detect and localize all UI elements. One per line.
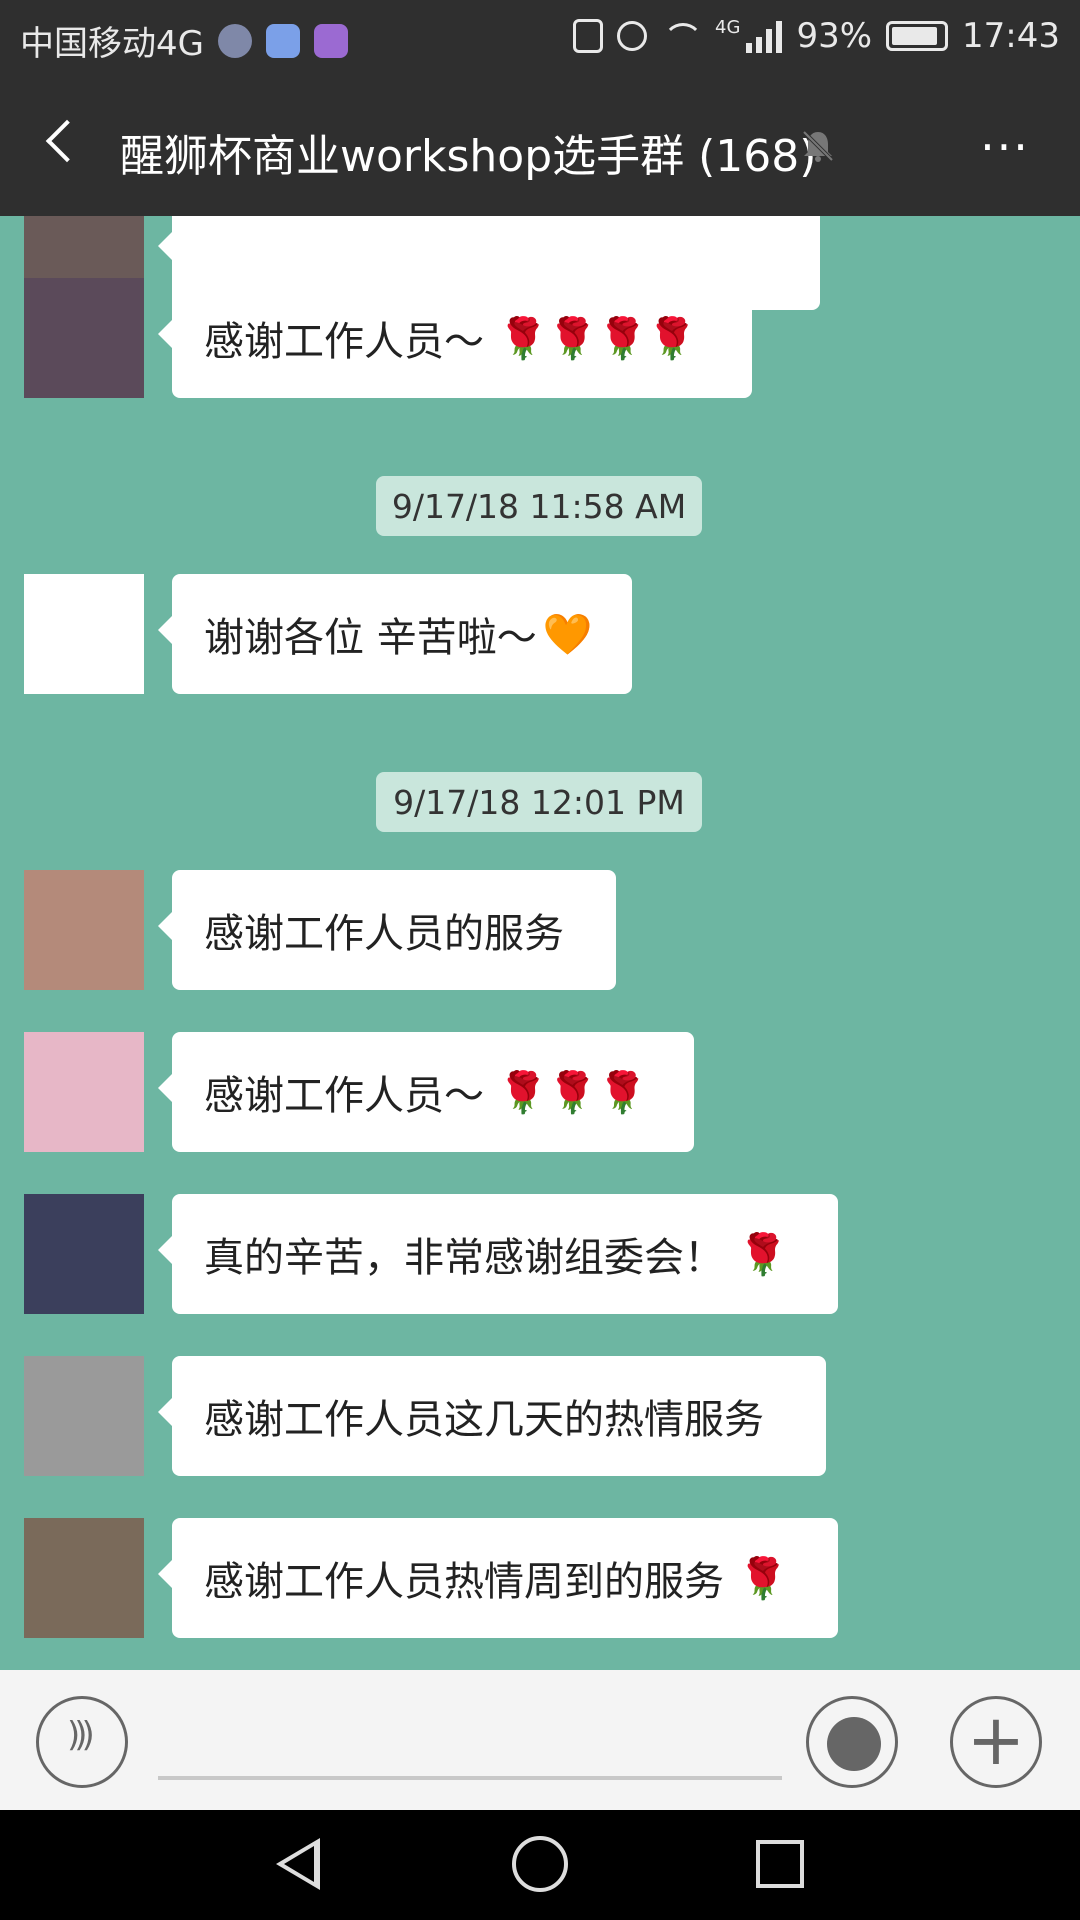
- input-bar: +: [0, 1670, 1080, 1810]
- message-bubble[interactable]: 感谢工作人员的服务: [158, 870, 616, 990]
- nav-recent-icon[interactable]: [756, 1840, 804, 1888]
- status-bar: 中国移动4G 4G 93% 17:43: [0, 0, 1080, 76]
- message-row: 感谢工作人员热情周到的服务 🌹: [24, 1518, 838, 1638]
- message-row: 感谢工作人员～ 🌹🌹🌹🌹: [24, 278, 752, 398]
- more-options-button[interactable]: ···: [970, 120, 1040, 180]
- message-text: 真的辛苦，非常感谢组委会！: [204, 1235, 724, 1281]
- avatar[interactable]: [24, 278, 144, 398]
- back-button[interactable]: [30, 110, 100, 180]
- message-bubble[interactable]: 真的辛苦，非常感谢组委会！ 🌹: [158, 1194, 838, 1314]
- alarm-app-icon: [217, 23, 252, 58]
- avatar[interactable]: [24, 1518, 144, 1638]
- message-bubble[interactable]: 感谢工作人员热情周到的服务 🌹: [158, 1518, 838, 1638]
- rose-emoji: 🌹: [738, 1231, 788, 1278]
- message-row: 感谢工作人员～ 🌹🌹🌹: [24, 1032, 694, 1152]
- message-bubble[interactable]: 感谢工作人员～ 🌹🌹🌹: [158, 1032, 694, 1152]
- message-row: 谢谢各位 辛苦啦～ 🧡: [24, 574, 632, 694]
- timestamp: 9/17/18 11:58 AM: [376, 476, 702, 536]
- battery-percentage: 93%: [796, 16, 873, 56]
- heart-emoji: 🧡: [542, 611, 593, 658]
- more-actions-button[interactable]: +: [950, 1696, 1042, 1788]
- message-bubble[interactable]: 谢谢各位 辛苦啦～ 🧡: [158, 574, 632, 694]
- avatar[interactable]: [24, 1356, 144, 1476]
- avatar[interactable]: [24, 1194, 144, 1314]
- chat-header: 醒狮杯商业workshop选手群 (168) ···: [0, 76, 1080, 216]
- message-input[interactable]: [158, 1776, 782, 1780]
- rose-emoji: 🌹🌹🌹: [498, 1069, 648, 1116]
- chat-area[interactable]: 感谢工作人员～ 🌹🌹🌹🌹 9/17/18 11:58 AM 谢谢各位 辛苦啦～ …: [0, 216, 1080, 1670]
- chat-title: 醒狮杯商业workshop选手群 (168): [120, 131, 817, 182]
- nav-back-icon[interactable]: [276, 1838, 320, 1890]
- message-bubble[interactable]: 感谢工作人员这几天的热情服务: [158, 1356, 826, 1476]
- status-right: 4G 93% 17:43: [573, 16, 1060, 56]
- message-bubble[interactable]: 感谢工作人员～ 🌹🌹🌹🌹: [158, 278, 752, 398]
- alarm-clock-icon: [617, 21, 648, 51]
- wifi-icon: [661, 21, 704, 51]
- rose-emoji: 🌹🌹🌹🌹: [498, 315, 698, 362]
- message-text: 感谢工作人员～: [204, 1073, 484, 1119]
- smiley-icon: [827, 1717, 881, 1771]
- vibrate-icon: [573, 19, 604, 53]
- message-text: 感谢工作人员的服务: [204, 911, 564, 957]
- battery-icon: [886, 21, 949, 51]
- message-text: 感谢工作人员～: [204, 319, 484, 365]
- message-text: 感谢工作人员热情周到的服务: [204, 1559, 724, 1605]
- avatar[interactable]: [24, 870, 144, 990]
- avatar[interactable]: [24, 1032, 144, 1152]
- nav-home-icon[interactable]: [512, 1836, 568, 1892]
- voice-input-button[interactable]: [36, 1696, 128, 1788]
- message-text: 谢谢各位 辛苦啦～: [204, 615, 537, 661]
- system-nav-bar: [0, 1810, 1080, 1920]
- message-row: 感谢工作人员的服务: [24, 870, 616, 990]
- signal-icon: [746, 19, 783, 53]
- rose-emoji: 🌹: [738, 1555, 788, 1602]
- mute-bell-icon: [802, 130, 834, 162]
- carrier-label: 中国移动4G: [20, 24, 204, 64]
- gallery-app-icon: [313, 23, 348, 58]
- timestamp: 9/17/18 12:01 PM: [376, 772, 702, 832]
- message-app-icon: [265, 23, 300, 58]
- status-time: 17:43: [962, 16, 1060, 56]
- network-badge: 4G: [715, 16, 741, 38]
- message-row: 感谢工作人员这几天的热情服务: [24, 1356, 826, 1476]
- emoji-button[interactable]: [806, 1696, 898, 1788]
- message-row: 真的辛苦，非常感谢组委会！ 🌹: [24, 1194, 838, 1314]
- status-left: 中国移动4G: [20, 16, 348, 65]
- avatar[interactable]: [24, 574, 144, 694]
- message-text: 感谢工作人员这几天的热情服务: [204, 1397, 764, 1443]
